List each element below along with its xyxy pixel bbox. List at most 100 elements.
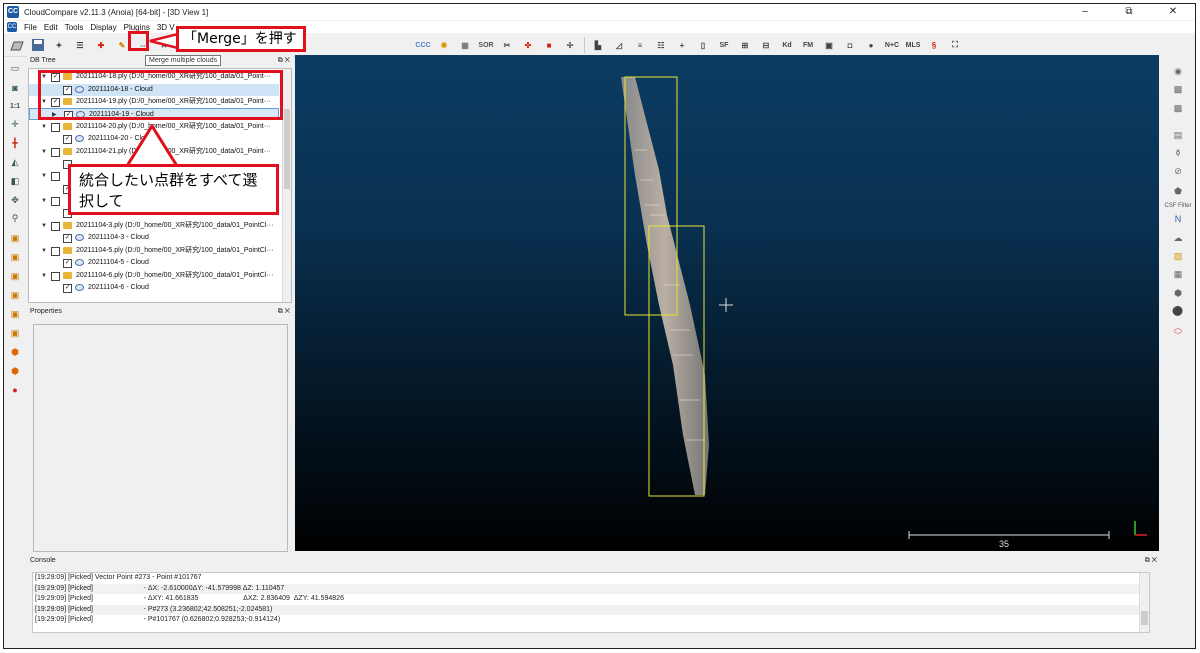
view-top-icon[interactable]: ▣ — [8, 232, 22, 245]
close-button[interactable]: ✕ — [1151, 4, 1195, 20]
cube-red-icon[interactable]: ■ — [541, 37, 557, 53]
grid-icon[interactable]: ▦ — [457, 37, 473, 53]
lights-icon[interactable]: ◧ — [8, 175, 22, 188]
console-log[interactable]: [19:29:09] [Picked] Vector Point #273 - … — [32, 572, 1150, 633]
checkbox[interactable] — [51, 222, 60, 231]
csf-icon[interactable]: ⬟ — [1171, 185, 1185, 198]
stereo-icon[interactable]: ● — [8, 384, 22, 397]
viewer-icon[interactable]: ▭ — [8, 62, 22, 75]
view-right-icon[interactable]: ▣ — [8, 308, 22, 321]
scroll-thumb[interactable] — [1141, 611, 1148, 625]
plugin-7-icon[interactable]: ▨ — [1171, 250, 1185, 263]
nc-button[interactable]: N+C — [884, 37, 900, 53]
mls-button[interactable]: MLS — [905, 37, 921, 53]
panel-float-close-icons[interactable]: ⧉ ✕ — [278, 55, 290, 66]
save-icon[interactable] — [30, 37, 46, 53]
camera-snapshot-icon[interactable]: ◙ — [8, 82, 22, 95]
align-icon[interactable]: ✢ — [562, 37, 578, 53]
minimize-button[interactable]: – — [1063, 4, 1107, 20]
hexagon-icon[interactable]: ⬢ — [1171, 287, 1185, 300]
ellipse-icon[interactable]: ⬭ — [1171, 325, 1185, 338]
sf-dist2-icon[interactable]: ⊟ — [758, 37, 774, 53]
panel-float-close-icons[interactable]: ⧉ ✕ — [1145, 555, 1157, 566]
sphere-icon[interactable]: ● — [863, 37, 879, 53]
menu-tools[interactable]: Tools — [65, 23, 84, 32]
tree-row-cloud[interactable]: ✓ 20211104-6 - Cloud — [29, 282, 279, 294]
normals-icon[interactable]: ▣ — [821, 37, 837, 53]
tree-row-folder[interactable]: ▼ 20211104-6.ply (D:/0_home/00_XR研究/100_… — [29, 270, 279, 282]
plugin-8-icon[interactable]: ▦ — [1171, 268, 1185, 281]
compass-icon[interactable]: ⊘ — [1171, 165, 1185, 178]
zoom-icon[interactable]: ⚲ — [8, 212, 22, 225]
tree-row-folder[interactable]: ▼ 20211104-5.ply (D:/0_home/00_XR研究/100_… — [29, 245, 279, 257]
filter-icon[interactable]: ⛶ — [947, 37, 963, 53]
view-left-icon[interactable]: ▣ — [8, 270, 22, 283]
tree-row-cloud[interactable]: ✓ 20211104-5 - Cloud — [29, 257, 279, 269]
scroll-thumb[interactable] — [284, 109, 290, 189]
menu-file[interactable]: File — [24, 23, 37, 32]
plugin-4-icon[interactable]: ▤ — [1171, 129, 1185, 142]
collapse-arrow-icon[interactable]: ▼ — [41, 170, 47, 182]
ransac-icon[interactable]: ⚫ — [1171, 305, 1185, 318]
checkbox[interactable] — [51, 197, 60, 206]
list-icon[interactable]: ☰ — [72, 37, 88, 53]
gradient-icon[interactable]: ◿ — [611, 37, 627, 53]
tree-row-cloud[interactable]: ✓ 20211104-3 - Cloud — [29, 232, 279, 244]
console-scrollbar[interactable] — [1139, 573, 1149, 632]
sf-button[interactable]: SF — [716, 37, 732, 53]
center-icon[interactable]: ✛ — [8, 118, 22, 131]
checkbox[interactable] — [51, 148, 60, 157]
sf-dist-icon[interactable]: ⊞ — [737, 37, 753, 53]
add-point-icon[interactable]: ✚ — [93, 37, 109, 53]
ccc-button[interactable]: CCC — [415, 37, 431, 53]
segment-icon[interactable]: ✜ — [520, 37, 536, 53]
sf-list-icon[interactable]: ≡ — [632, 37, 648, 53]
checkbox[interactable] — [51, 272, 60, 281]
sor-button[interactable]: SOR — [478, 37, 494, 53]
panel-float-close-icons[interactable]: ⧉ ✕ — [278, 306, 290, 317]
checkbox[interactable]: ✓ — [63, 234, 72, 243]
sf-stack-icon[interactable]: ☷ — [653, 37, 669, 53]
zoom-1to1-icon[interactable]: 1:1 — [8, 100, 22, 113]
menu-3d-views[interactable]: 3D V — [157, 23, 175, 32]
checkbox[interactable] — [51, 247, 60, 256]
plugin-3-icon[interactable]: ▩ — [1171, 102, 1185, 115]
north-icon[interactable]: N — [1171, 213, 1185, 226]
clone-icon[interactable]: ✦ — [51, 37, 67, 53]
view-front-icon[interactable]: ▣ — [8, 251, 22, 264]
collapse-arrow-icon[interactable]: ▼ — [41, 270, 47, 282]
fm-button[interactable]: FM — [800, 37, 816, 53]
view-iso2-icon[interactable]: ⬢ — [8, 365, 22, 378]
menu-display[interactable]: Display — [90, 23, 116, 32]
collapse-arrow-icon[interactable]: ▼ — [41, 220, 47, 232]
checkbox[interactable] — [51, 172, 60, 181]
plugin-5-icon[interactable]: ⚱ — [1171, 147, 1185, 160]
plugin-1-icon[interactable]: ◉ — [1171, 65, 1185, 78]
menu-edit[interactable]: Edit — [44, 23, 58, 32]
3d-view[interactable]: 35 — [295, 55, 1159, 551]
collapse-arrow-icon[interactable]: ▼ — [41, 245, 47, 257]
restore-button[interactable]: ⧉ — [1107, 4, 1151, 20]
kd-button[interactable]: Kd — [779, 37, 795, 53]
scissors-icon[interactable]: ✂ — [499, 37, 515, 53]
camera-icon[interactable]: ◘ — [842, 37, 858, 53]
plugin-6-icon[interactable]: ☁ — [1171, 232, 1185, 245]
checkbox[interactable] — [51, 123, 60, 132]
mdi-icon[interactable]: CC — [7, 22, 17, 32]
sf-add-icon[interactable]: + — [674, 37, 690, 53]
view-iso1-icon[interactable]: ⬢ — [8, 346, 22, 359]
view-bottom-icon[interactable]: ▣ — [8, 327, 22, 340]
checkbox[interactable]: ✓ — [63, 259, 72, 268]
plugin-2-icon[interactable]: ▩ — [1171, 83, 1185, 96]
collapse-arrow-icon[interactable]: ▼ — [41, 146, 47, 158]
checkbox[interactable]: ✓ — [63, 284, 72, 293]
tree-row-folder[interactable]: ▼ 20211104-3.ply (D:/0_home/00_XR研究/100_… — [29, 220, 279, 232]
open-icon[interactable] — [9, 37, 25, 53]
s-curve-icon[interactable]: § — [926, 37, 942, 53]
perspective-icon[interactable]: ◭ — [8, 156, 22, 169]
sample-icon[interactable]: ✹ — [436, 37, 452, 53]
pan-icon[interactable]: ✥ — [8, 194, 22, 207]
collapse-arrow-icon[interactable]: ▼ — [41, 121, 47, 133]
view-back-icon[interactable]: ▣ — [8, 289, 22, 302]
tree-scrollbar[interactable] — [282, 69, 291, 302]
